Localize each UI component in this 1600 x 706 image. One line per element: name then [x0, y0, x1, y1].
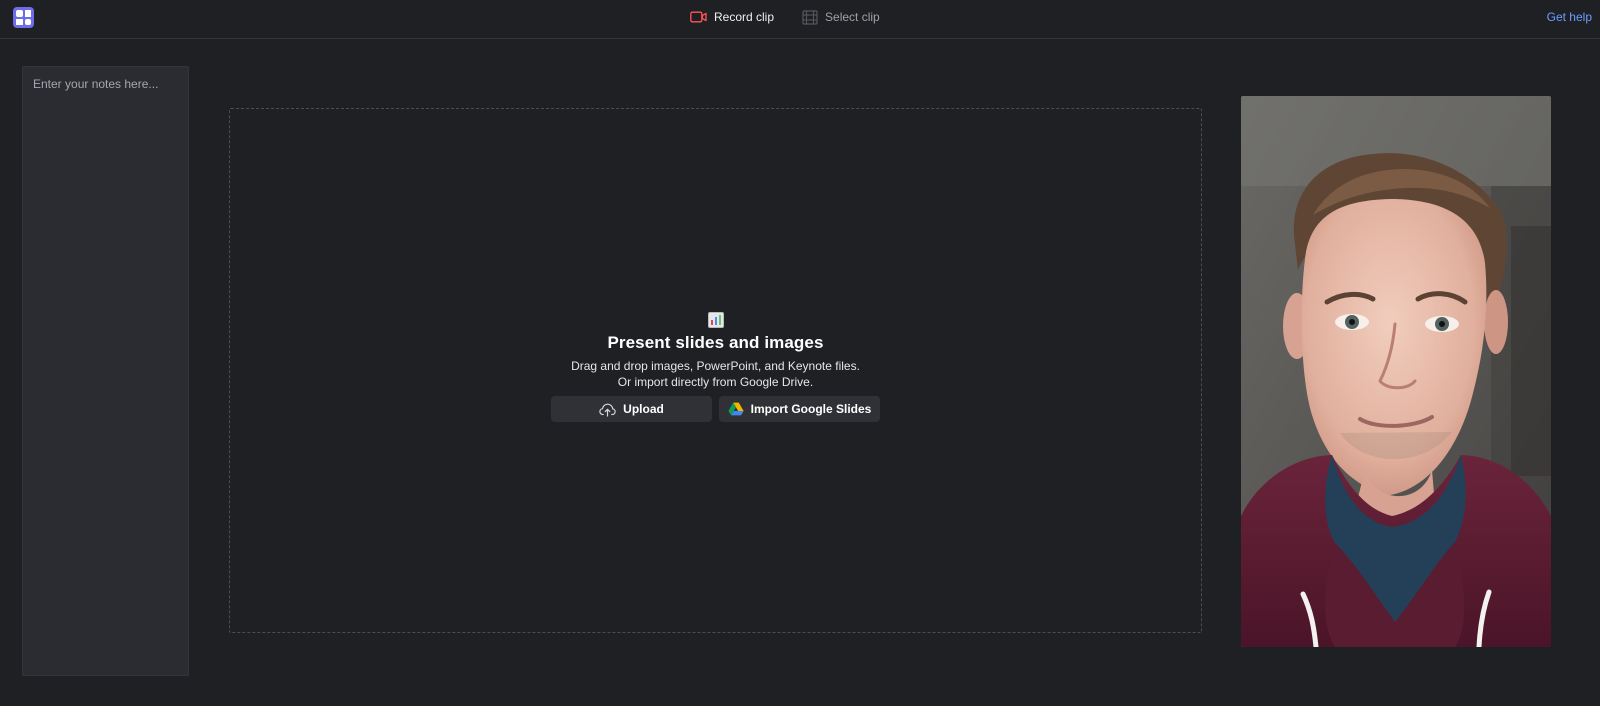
get-help-link[interactable]: Get help	[1547, 9, 1592, 25]
slides-dropzone[interactable]: Present slides and images Drag and drop …	[229, 108, 1202, 633]
notes-panel	[22, 66, 189, 676]
import-google-slides-label: Import Google Slides	[750, 402, 872, 416]
dropzone-title: Present slides and images	[607, 333, 824, 352]
cloud-upload-icon	[599, 403, 616, 417]
select-clip-tab[interactable]: Select clip	[802, 8, 880, 26]
select-clip-label: Select clip	[825, 10, 880, 24]
logo-cell-1	[16, 10, 23, 17]
import-google-slides-button[interactable]: Import Google Slides	[719, 396, 880, 422]
upload-button[interactable]: Upload	[551, 396, 712, 422]
film-strip-icon	[802, 9, 818, 25]
clip-mode-tabs: Record clip Select clip	[690, 8, 880, 26]
upload-label: Upload	[623, 402, 664, 416]
google-drive-icon	[728, 402, 744, 416]
notes-input[interactable]	[23, 67, 188, 675]
bar-chart-icon	[707, 312, 724, 328]
dropzone-actions: Upload Import Google Slides	[230, 396, 1201, 422]
app-logo-icon[interactable]	[13, 7, 34, 28]
record-clip-tab[interactable]: Record clip	[690, 8, 774, 26]
video-camera-icon	[690, 11, 707, 23]
top-bar: Record clip Select clip Get help	[0, 0, 1600, 39]
dropzone-content: Present slides and images Drag and drop …	[230, 312, 1201, 422]
dropzone-description-line1: Drag and drop images, PowerPoint, and Ke…	[571, 359, 860, 373]
logo-cell-4	[24, 18, 31, 25]
webcam-person-illustration	[1241, 96, 1551, 647]
record-clip-label: Record clip	[714, 10, 775, 24]
logo-cell-3	[16, 18, 23, 25]
dropzone-description-line2: Or import directly from Google Drive.	[617, 375, 814, 389]
logo-cell-2	[24, 10, 31, 17]
webcam-preview	[1241, 96, 1551, 647]
